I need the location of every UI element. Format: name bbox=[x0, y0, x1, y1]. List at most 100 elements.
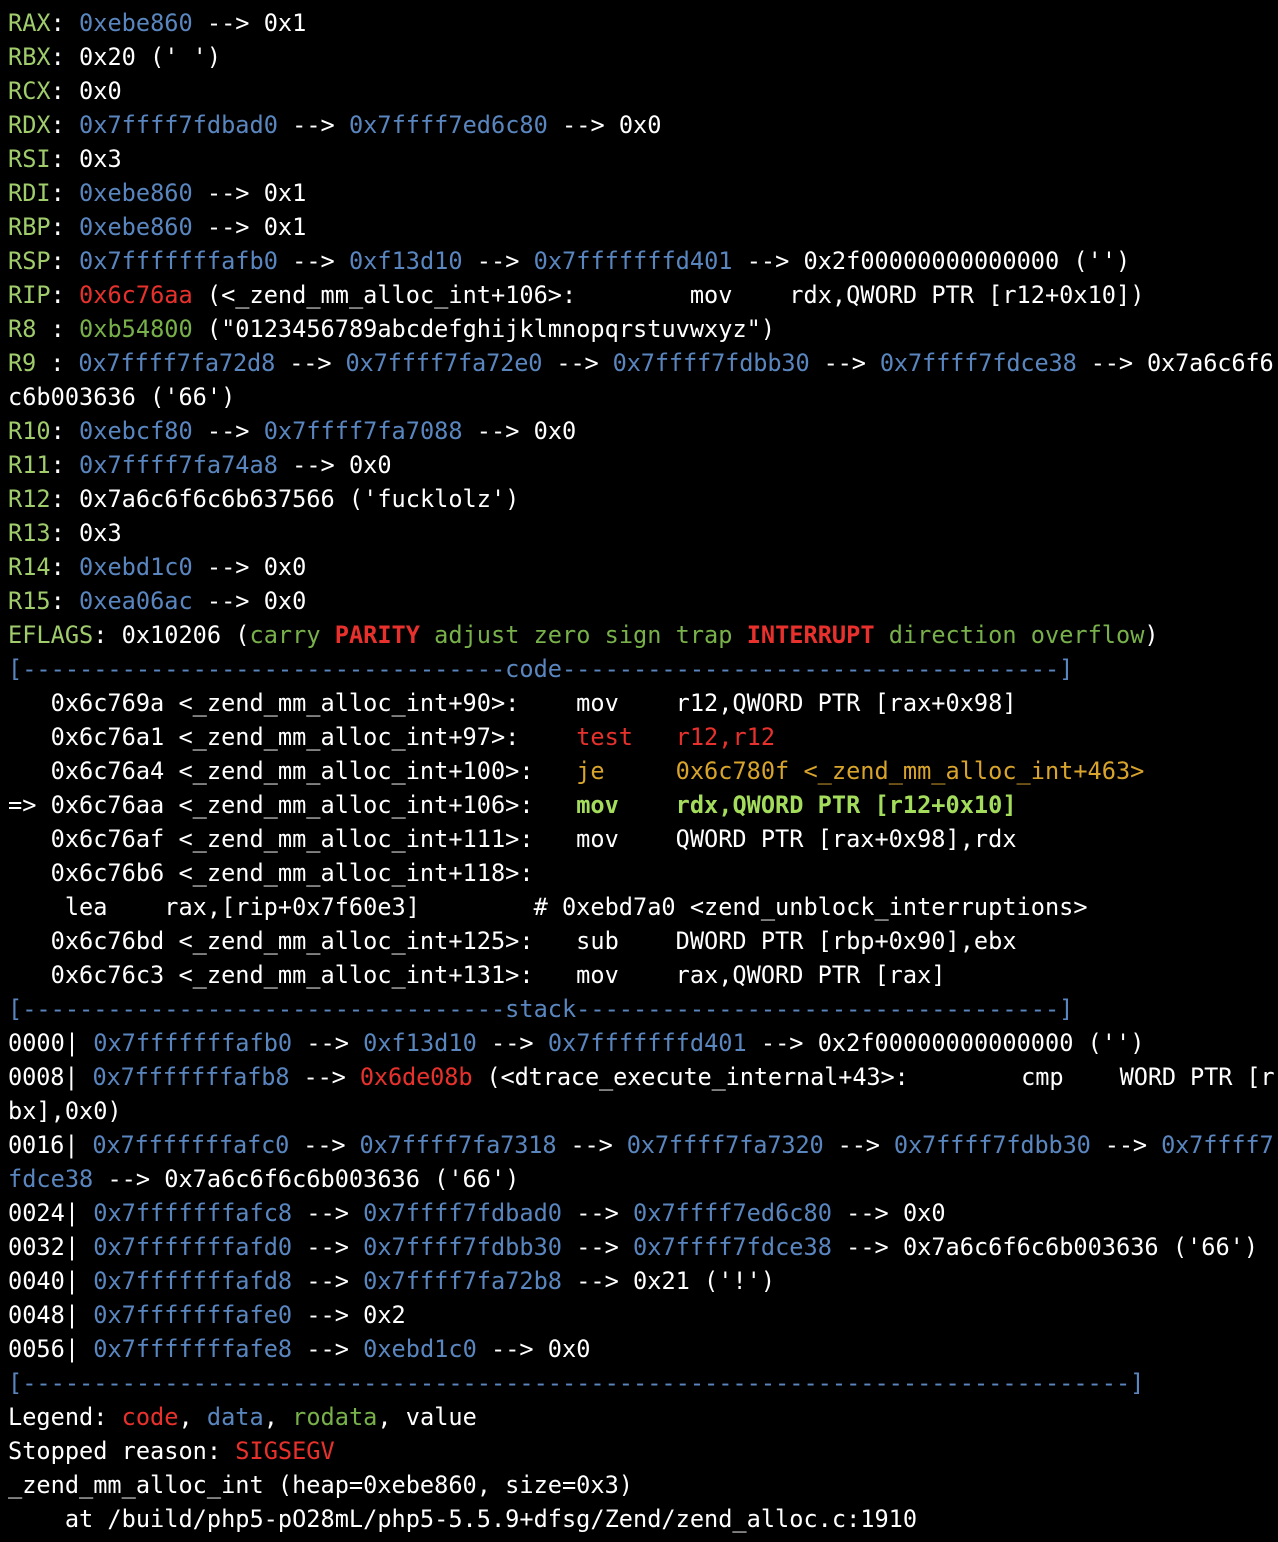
text-segment-rodata: rodata bbox=[292, 1403, 378, 1431]
text-segment-value: : bbox=[50, 9, 80, 37]
text-segment-rodata: direction overflow bbox=[874, 621, 1145, 649]
terminal-line: RSI: 0x3 bbox=[8, 142, 1274, 176]
terminal-line: R11: 0x7ffff7fa74a8 --> 0x0 bbox=[8, 448, 1274, 482]
terminal-line: RIP: 0x6c76aa (<_zend_mm_alloc_int+106>:… bbox=[8, 278, 1274, 312]
terminal-line: bx],0x0) bbox=[8, 1094, 1274, 1128]
text-segment-data: 0x7ffff7fa7318 bbox=[359, 1131, 557, 1159]
terminal-line: 0048| 0x7fffffffafe0 --> 0x2 bbox=[8, 1298, 1274, 1332]
text-segment-data: 0x7ffff7ed6c80 bbox=[348, 111, 548, 139]
text-segment-label: R11 bbox=[8, 451, 51, 479]
text-segment-data: 0x7fffffffafb8 bbox=[92, 1063, 290, 1091]
text-segment-data: 0x7fffffffafb0 bbox=[93, 1029, 293, 1057]
terminal-line: [----------------------------------code-… bbox=[8, 652, 1274, 686]
terminal-line: [----------------------------------stack… bbox=[8, 992, 1274, 1026]
terminal-line: 0x6c76af <_zend_mm_alloc_int+111>: mov Q… bbox=[8, 822, 1274, 856]
text-segment-value: ) bbox=[1144, 621, 1159, 649]
text-segment-rodata: carry bbox=[249, 621, 335, 649]
text-segment-value: : 0x3 bbox=[50, 519, 122, 547]
text-segment-rodata: adjust zero sign trap bbox=[419, 621, 747, 649]
text-segment-value: --> 0x0 bbox=[547, 111, 662, 139]
text-segment-value: --> bbox=[1090, 1131, 1162, 1159]
text-segment-data: 0xebd1c0 bbox=[363, 1335, 477, 1363]
terminal-line: RSP: 0x7fffffffafb0 --> 0xf13d10 --> 0x7… bbox=[8, 244, 1274, 278]
text-segment-value: 0x6c76a4 <_zend_mm_alloc_int+100>: bbox=[8, 757, 577, 785]
text-segment-value: --> 0x21 ('!') bbox=[562, 1267, 776, 1295]
text-segment-data: 0x7fffffffafc8 bbox=[93, 1199, 293, 1227]
terminal-line: 0016| 0x7fffffffafc0 --> 0x7ffff7fa7318 … bbox=[8, 1128, 1274, 1162]
text-segment-value: --> 0x0 bbox=[192, 553, 307, 581]
text-segment-data: 0xebe860 bbox=[79, 179, 193, 207]
text-segment-value: 0x6c769a <_zend_mm_alloc_int+90>: mov r1… bbox=[8, 689, 1017, 717]
text-segment-separator: [----------------------------------stack… bbox=[8, 995, 1074, 1023]
text-segment-jump: je 0x6c780f <_zend_mm_alloc_int+463> bbox=[576, 757, 1145, 785]
text-segment-data: 0xf13d10 bbox=[363, 1029, 477, 1057]
text-segment-value: _zend_mm_alloc_int (heap=0xebe860, size=… bbox=[8, 1471, 634, 1499]
terminal-line: EFLAGS: 0x10206 (carry PARITY adjust zer… bbox=[8, 618, 1274, 652]
text-segment-value: 0x6c76bd <_zend_mm_alloc_int+125>: sub D… bbox=[8, 927, 1017, 955]
terminal-line: 0x6c769a <_zend_mm_alloc_int+90>: mov r1… bbox=[8, 686, 1274, 720]
text-segment-value: --> bbox=[542, 349, 613, 377]
text-segment-value: --> 0x0 bbox=[277, 451, 392, 479]
text-segment-value: --> bbox=[562, 1199, 634, 1227]
text-segment-value: --> bbox=[289, 1063, 360, 1091]
text-segment-data: 0x7ffff7fa72b8 bbox=[363, 1267, 563, 1295]
text-segment-code: SIGSEGV bbox=[235, 1437, 335, 1465]
text-segment-value: 0048| bbox=[8, 1301, 94, 1329]
text-segment-data: 0x7ffff7fdce38 bbox=[879, 349, 1077, 377]
terminal-output[interactable]: RAX: 0xebe860 --> 0x1 RBX: 0x20 (' ') RCX:… bbox=[8, 6, 1274, 1536]
terminal-line: 0x6c76bd <_zend_mm_alloc_int+125>: sub D… bbox=[8, 924, 1274, 958]
text-segment-value: --> 0x0 bbox=[831, 1199, 946, 1227]
text-segment-value: : bbox=[50, 417, 80, 445]
text-segment-value: c6b003636 ('66') bbox=[8, 383, 236, 411]
text-segment-value: --> 0x2f00000000000000 ('') bbox=[732, 247, 1131, 275]
text-segment-value: : bbox=[50, 315, 80, 343]
terminal-line: lea rax,[rip+0x7f60e3] # 0xebd7a0 <zend_… bbox=[8, 890, 1274, 924]
text-segment-value: --> bbox=[292, 1233, 364, 1261]
terminal-line: 0x6c76b6 <_zend_mm_alloc_int+118>: bbox=[8, 856, 1274, 890]
text-segment-value: : 0x20 (' ') bbox=[50, 43, 222, 71]
text-segment-value: Legend: bbox=[8, 1403, 122, 1431]
text-segment-label: RBX bbox=[8, 43, 51, 71]
text-segment-value: 0032| bbox=[8, 1233, 94, 1261]
text-segment-value: --> bbox=[562, 1233, 634, 1261]
terminal-line: Legend: code, data, rodata, value bbox=[8, 1400, 1274, 1434]
text-segment-value: 0024| bbox=[8, 1199, 94, 1227]
terminal-line: R10: 0xebcf80 --> 0x7ffff7fa7088 --> 0x0 bbox=[8, 414, 1274, 448]
text-segment-data: 0x7fffffffafe0 bbox=[93, 1301, 293, 1329]
text-segment-value: : bbox=[50, 587, 80, 615]
text-segment-value: 0008| bbox=[8, 1063, 93, 1091]
text-segment-value: 0x6c76b6 <_zend_mm_alloc_int+118>: bbox=[8, 859, 534, 887]
text-segment-label: R14 bbox=[8, 553, 51, 581]
text-segment-value: lea rax,[rip+0x7f60e3] # 0xebd7a0 <zend_… bbox=[8, 893, 1088, 921]
text-segment-value: , bbox=[178, 1403, 207, 1431]
text-segment-value: --> bbox=[277, 111, 349, 139]
text-segment-label: RIP bbox=[8, 281, 51, 309]
terminal-line: R13: 0x3 bbox=[8, 516, 1274, 550]
terminal-line: R15: 0xea06ac --> 0x0 bbox=[8, 584, 1274, 618]
text-segment-data: 0x7fffffffafd8 bbox=[93, 1267, 293, 1295]
terminal-line: R8 : 0xb54800 ("0123456789abcdefghijklmn… bbox=[8, 312, 1274, 346]
text-segment-label: R15 bbox=[8, 587, 51, 615]
text-segment-value: --> bbox=[277, 247, 349, 275]
terminal-line: 0024| 0x7fffffffafc8 --> 0x7ffff7fdbad0 … bbox=[8, 1196, 1274, 1230]
text-segment-label: R13 bbox=[8, 519, 51, 547]
text-segment-code: INTERRUPT bbox=[746, 621, 875, 649]
terminal-line: [---------------------------------------… bbox=[8, 1366, 1274, 1400]
text-segment-value: --> bbox=[292, 1029, 364, 1057]
text-segment-data: fdce38 bbox=[8, 1165, 94, 1193]
text-segment-rodata: 0xb54800 bbox=[79, 315, 193, 343]
text-segment-code: 0x6de08b bbox=[359, 1063, 473, 1091]
text-segment-value: --> 0x0 bbox=[476, 1335, 591, 1363]
text-segment-code: PARITY bbox=[334, 621, 420, 649]
text-segment-value: : bbox=[50, 247, 80, 275]
text-segment-code: 0x6c76aa bbox=[79, 281, 193, 309]
text-segment-value: 0016| bbox=[8, 1131, 93, 1159]
terminal-line: RCX: 0x0 bbox=[8, 74, 1274, 108]
text-segment-data: 0x7fffffffafb0 bbox=[79, 247, 278, 275]
text-segment-data: 0xebe860 bbox=[79, 213, 193, 241]
text-segment-label: R9 bbox=[8, 349, 51, 377]
text-segment-label: RCX bbox=[8, 77, 51, 105]
terminal-line: _zend_mm_alloc_int (heap=0xebe860, size=… bbox=[8, 1468, 1274, 1502]
text-segment-value: Stopped reason: bbox=[8, 1437, 236, 1465]
text-segment-value: : bbox=[50, 349, 79, 377]
